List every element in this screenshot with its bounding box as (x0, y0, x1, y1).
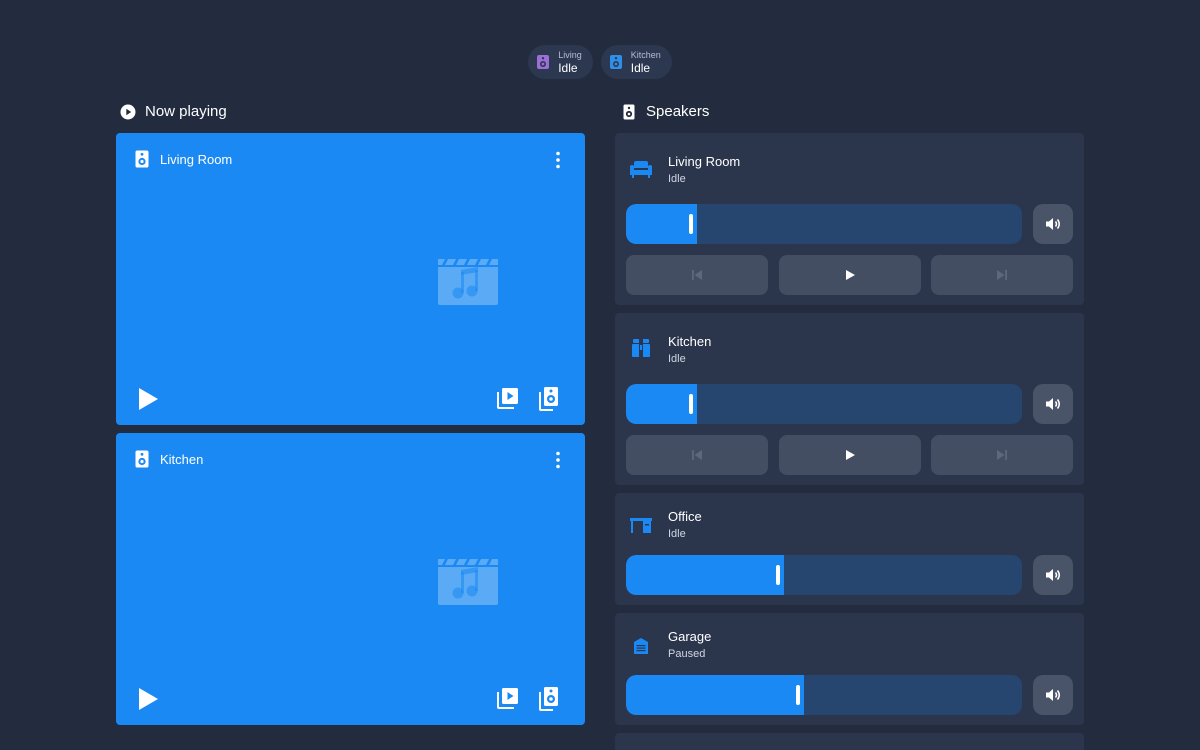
previous-button[interactable] (626, 435, 768, 475)
play-queue-icon[interactable] (497, 387, 519, 409)
speaker-chips: Living Idle Kitchen Idle (0, 45, 1200, 79)
now-playing-card-kitchen: Kitchen (116, 433, 585, 725)
play-icon (846, 450, 855, 460)
speakers-heading: Speakers (621, 103, 709, 120)
volume-fill (626, 555, 784, 595)
music-video-placeholder-icon (438, 559, 498, 605)
fridge-icon (632, 339, 650, 357)
volume-knob[interactable] (689, 394, 693, 414)
volume-high-icon (1046, 569, 1060, 581)
sofa-icon (630, 161, 652, 178)
music-video-placeholder-icon (438, 259, 498, 305)
desk-icon (630, 518, 652, 533)
volume-high-icon (1046, 398, 1060, 410)
card-header: Kitchen (135, 450, 203, 468)
speaker-group-icon[interactable] (539, 386, 559, 411)
mute-button[interactable] (1033, 675, 1073, 715)
speaker-name: Kitchen (668, 334, 712, 349)
volume-knob[interactable] (689, 214, 693, 234)
speaker-icon (537, 55, 550, 69)
speaker-card-office: Office Idle (615, 493, 1084, 605)
chip-living[interactable]: Living Idle (528, 45, 593, 79)
volume-slider[interactable] (626, 675, 1022, 715)
more-vert-icon[interactable] (553, 151, 563, 169)
volume-slider[interactable] (626, 204, 1022, 244)
chip-state: Idle (630, 60, 651, 75)
volume-slider[interactable] (626, 384, 1022, 424)
volume-knob[interactable] (776, 565, 780, 585)
skip-next-icon (997, 450, 1007, 460)
mute-button[interactable] (1033, 204, 1073, 244)
skip-next-icon (997, 270, 1007, 280)
speaker-card-living-room: Living Room Idle (615, 133, 1084, 305)
speaker-name: Garage (668, 629, 712, 644)
play-icon (846, 270, 855, 280)
speaker-icon (135, 150, 149, 168)
speaker-card-garage: Garage Paused (615, 613, 1084, 725)
speaker-group-icon[interactable] (539, 686, 559, 711)
volume-fill (626, 204, 697, 244)
chip-name: Kitchen (630, 49, 661, 60)
play-icon[interactable] (137, 387, 159, 411)
card-title: Kitchen (160, 451, 204, 467)
next-button[interactable] (931, 435, 1073, 475)
speaker-card-partial (615, 733, 1084, 750)
now-playing-title: Now playing (145, 103, 227, 120)
play-queue-icon[interactable] (497, 687, 519, 709)
chip-kitchen[interactable]: Kitchen Idle (600, 45, 672, 79)
previous-button[interactable] (626, 255, 768, 295)
play-icon[interactable] (137, 687, 159, 711)
speaker-icon (135, 450, 149, 468)
volume-fill (626, 675, 804, 715)
card-header: Living Room (135, 150, 232, 168)
speaker-icon (609, 55, 622, 69)
now-playing-card-living-room: Living Room (116, 133, 585, 425)
speaker-card-kitchen: Kitchen Idle (615, 313, 1084, 485)
speaker-name: Living Room (668, 154, 741, 169)
skip-previous-icon (692, 450, 702, 460)
speaker-state: Idle (668, 173, 686, 185)
chip-name: Living (558, 49, 582, 60)
speaker-state: Paused (668, 648, 706, 660)
chip-state: Idle (558, 60, 578, 75)
speaker-state: Idle (668, 353, 686, 365)
more-vert-icon[interactable] (553, 451, 563, 469)
play-button[interactable] (779, 435, 921, 475)
speaker-icon (623, 104, 635, 119)
play-button[interactable] (779, 255, 921, 295)
speakers-title: Speakers (646, 103, 710, 120)
volume-fill (626, 384, 697, 424)
volume-high-icon (1046, 218, 1060, 230)
next-button[interactable] (931, 255, 1073, 295)
volume-slider[interactable] (626, 555, 1022, 595)
play-circle-icon (120, 104, 136, 119)
speaker-state: Idle (668, 528, 686, 540)
mute-button[interactable] (1033, 384, 1073, 424)
speaker-name: Office (668, 509, 702, 524)
mute-button[interactable] (1033, 555, 1073, 595)
volume-knob[interactable] (796, 685, 800, 705)
skip-previous-icon (692, 270, 702, 280)
card-title: Living Room (160, 151, 233, 167)
garage-icon (634, 638, 648, 654)
volume-high-icon (1046, 689, 1060, 701)
now-playing-heading: Now playing (120, 103, 227, 120)
